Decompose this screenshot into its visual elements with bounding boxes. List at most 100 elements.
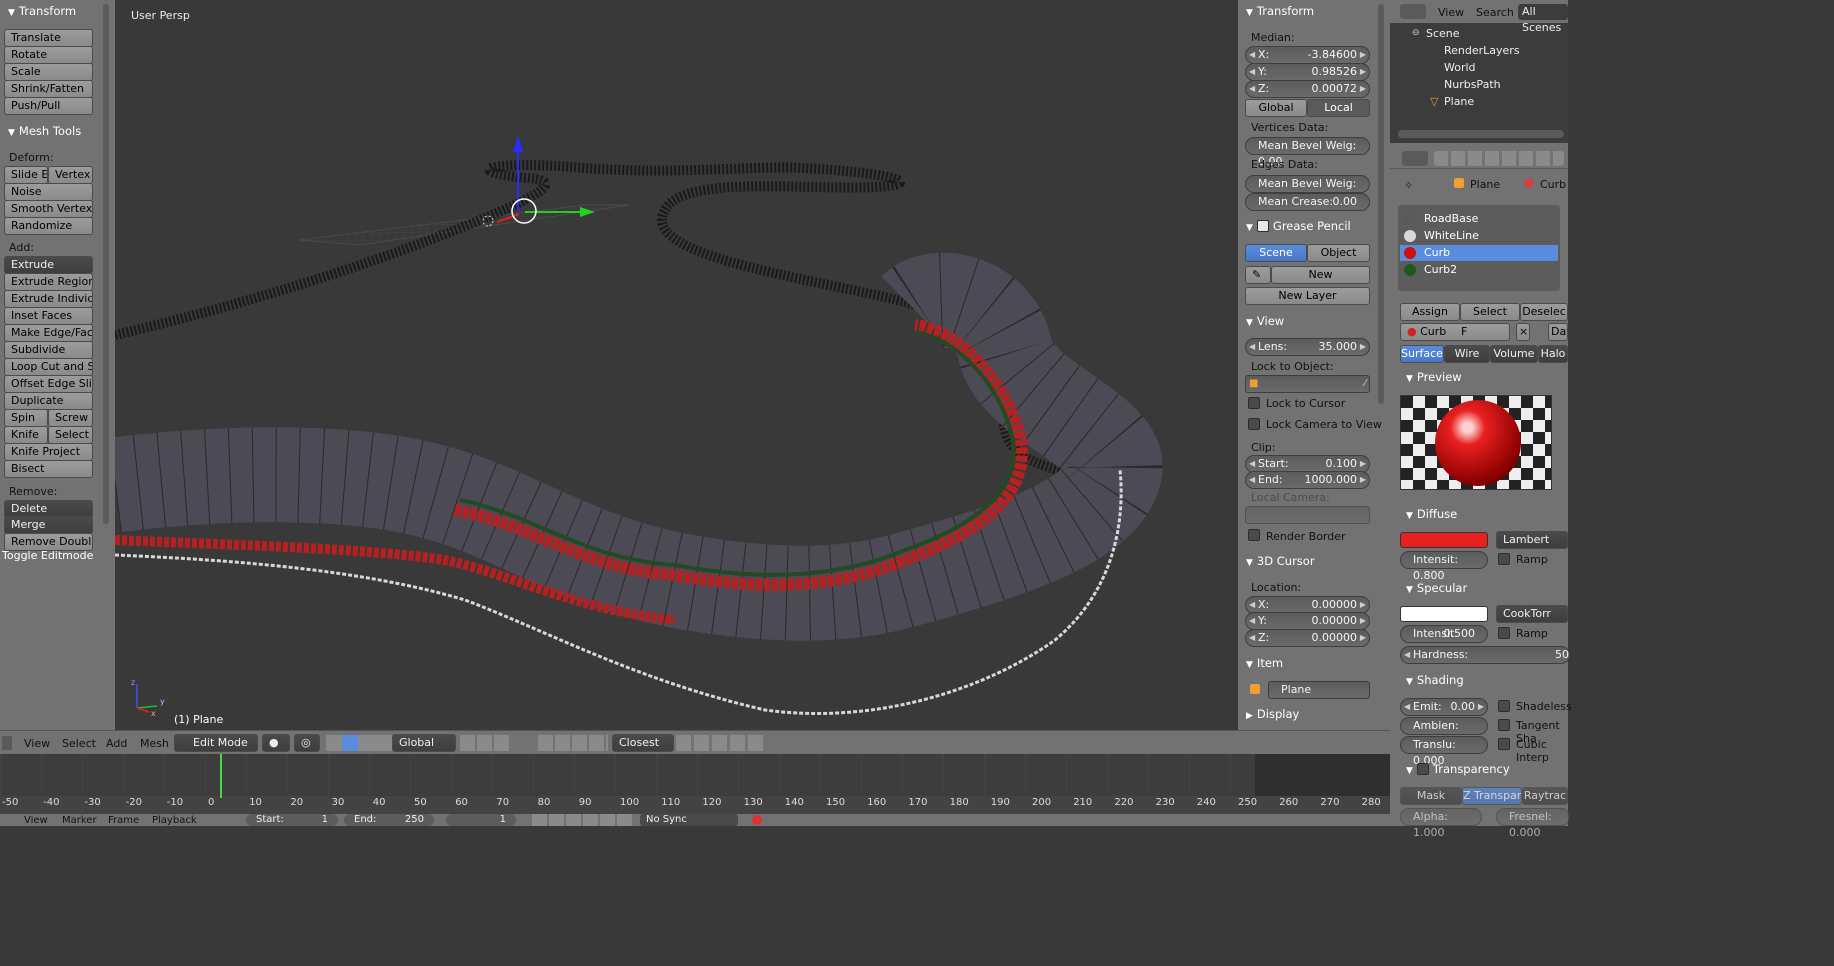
properties-scrollbar[interactable] [1378, 4, 1384, 404]
timeline-marker-menu[interactable]: Marker [62, 815, 97, 826]
material-slot-whiteline[interactable]: WhiteLine [1400, 228, 1558, 244]
knife-button[interactable]: Knife [4, 426, 48, 444]
lock-object-field[interactable]: ■ ⁄ [1245, 375, 1370, 393]
knife-project-button[interactable]: Knife Project [4, 443, 93, 461]
eyedropper-icon[interactable]: ⁄ [1364, 376, 1366, 392]
fresnel-field[interactable]: Fresnel: 0.000 [1496, 808, 1570, 839]
outliner-view-menu[interactable]: View [1438, 6, 1464, 19]
manipulator-toggles[interactable] [326, 735, 392, 751]
pin-icon[interactable]: ✧ [1404, 179, 1413, 192]
hardness-field[interactable]: ◀ Hardness: 50 [1400, 646, 1570, 664]
halo-tab[interactable]: Halo [1538, 345, 1568, 363]
lock-to-cursor-checkbox[interactable] [1248, 397, 1260, 409]
snap-render-buttons[interactable] [676, 735, 766, 751]
grease-pencil-checkbox[interactable] [1256, 220, 1269, 232]
lock-camera-checkbox[interactable] [1248, 418, 1260, 430]
outliner-nurbspath[interactable]: NurbsPath [1444, 78, 1501, 91]
data-dropdown[interactable]: Dat [1548, 323, 1568, 341]
volume-tab[interactable]: Volume [1490, 345, 1538, 363]
grease-pencil-header[interactable]: ▼Grease Pencil Layers [1238, 215, 1378, 257]
mode-dropdown[interactable]: Edit Mode [174, 734, 258, 752]
mesh-tools-header[interactable]: ▼ Mesh Tools [0, 120, 100, 142]
spec-ramp-checkbox[interactable] [1498, 627, 1510, 639]
gp-new-layer-button[interactable]: New Layer [1245, 287, 1370, 305]
editor-type-icon[interactable] [2, 736, 12, 750]
view-panel-header[interactable]: ▼ View [1238, 310, 1378, 332]
diffuse-color-swatch[interactable] [1400, 532, 1488, 548]
fake-user-f[interactable]: F [1461, 324, 1467, 340]
smooth-vertex-button[interactable]: Smooth Vertex [4, 200, 93, 218]
extrude-region-button[interactable]: Extrude Region [4, 273, 93, 291]
cubic-interp-checkbox[interactable] [1498, 738, 1510, 750]
ztransparency-toggle[interactable]: Z Transpare... [1462, 787, 1522, 805]
outliner-editor-icon[interactable] [1400, 4, 1426, 19]
scale-button[interactable]: Scale [4, 63, 93, 81]
diffuse-ramp-checkbox[interactable] [1498, 553, 1510, 565]
vertex-bevel-weight-field[interactable]: Mean Bevel Weig: 0.00 [1245, 137, 1370, 168]
subdivide-button[interactable]: Subdivide [4, 341, 93, 359]
cursor-panel-header[interactable]: ▼ 3D Cursor [1238, 550, 1378, 572]
raytrace-toggle[interactable]: Raytrac [1522, 787, 1568, 805]
surface-tab[interactable]: Surface [1400, 345, 1444, 363]
material-slot-roadbase[interactable]: RoadBase [1400, 211, 1558, 227]
end-frame-field[interactable]: End: 250 [344, 814, 434, 826]
outliner-renderlayers[interactable]: RenderLayers [1444, 44, 1520, 57]
outliner-scene[interactable]: Scene [1426, 27, 1460, 40]
spec-intensity-field[interactable]: Intensit: 0.500 [1400, 625, 1488, 643]
screw-button[interactable]: Screw [48, 409, 93, 427]
diffuse-header[interactable]: ▼ Diffuse [1398, 503, 1457, 525]
material-slot-curb[interactable]: Curb [1400, 245, 1558, 261]
gp-pencil-icon[interactable]: ✎ [1245, 266, 1271, 284]
viewport-shading-dropdown[interactable]: ● [262, 734, 290, 752]
global-toggle[interactable]: Global [1245, 99, 1307, 117]
inset-faces-button[interactable]: Inset Faces [4, 307, 93, 325]
playback-controls[interactable] [532, 814, 634, 826]
timeline-view-menu[interactable]: View [24, 815, 48, 826]
layer-buttons[interactable] [460, 735, 510, 751]
select-material-button[interactable]: Select [1460, 303, 1520, 321]
material-datablock[interactable]: ● Curb F [1400, 323, 1510, 341]
outliner-hscroll[interactable] [1398, 130, 1564, 138]
toggle-editmode-header[interactable]: Toggle Editmode [2, 549, 93, 562]
outliner-plane[interactable]: Plane [1444, 95, 1474, 108]
gp-object-toggle[interactable]: Object [1307, 244, 1370, 262]
header-select-menu[interactable]: Select [62, 737, 96, 750]
outliner-world[interactable]: World [1444, 61, 1476, 74]
shading-header[interactable]: ▼ Shading [1398, 669, 1464, 691]
push-pull-button[interactable]: Push/Pull [4, 97, 93, 115]
outliner-search-menu[interactable]: Search [1476, 6, 1514, 19]
translucency-field[interactable]: Translu: 0.000 [1400, 736, 1488, 767]
render-border-checkbox[interactable] [1248, 529, 1260, 541]
specular-color-swatch[interactable] [1400, 606, 1488, 622]
shadeless-checkbox[interactable] [1498, 700, 1510, 712]
local-toggle[interactable]: Local [1307, 99, 1370, 117]
specular-header[interactable]: ▼ Specular [1398, 577, 1467, 599]
rotate-button[interactable]: Rotate [4, 46, 93, 64]
display-panel-header[interactable]: ▶ Display [1238, 703, 1378, 725]
duplicate-button[interactable]: Duplicate [4, 392, 93, 410]
transparency-checkbox[interactable] [1416, 763, 1429, 775]
bisect-button[interactable]: Bisect [4, 460, 93, 478]
gp-new-button[interactable]: New [1271, 266, 1370, 284]
extrude-dropdown[interactable]: Extrude [4, 256, 93, 274]
mask-toggle[interactable]: Mask [1400, 787, 1462, 805]
ambient-field[interactable]: Ambien: 1.000 [1400, 717, 1488, 748]
transform-panel-header[interactable]: ▼ Transform [0, 0, 100, 22]
slide-edge-button[interactable]: Slide Ed [4, 166, 48, 184]
expand-icon[interactable]: ⊖ [1412, 28, 1420, 38]
make-edge-face-button[interactable]: Make Edge/Face [4, 324, 93, 342]
gp-scene-toggle[interactable]: Scene [1245, 244, 1307, 262]
timeline-playback-menu[interactable]: Playback [152, 815, 197, 826]
preview-header[interactable]: ▼ Preview [1398, 366, 1462, 388]
diffuse-shader-dropdown[interactable]: Lambert [1496, 531, 1568, 549]
lens-field[interactable]: ◀ Lens: 35.000 ▶ [1245, 338, 1370, 356]
noise-button[interactable]: Noise [4, 183, 93, 201]
knife-select-button[interactable]: Select [48, 426, 93, 444]
alpha-field[interactable]: Alpha: 1.000 [1400, 808, 1482, 839]
item-name-field[interactable]: Plane [1268, 681, 1370, 699]
clip-end-field[interactable]: ◀ End: 1000.000 ▶ [1245, 471, 1370, 489]
translate-button[interactable]: Translate [4, 29, 93, 47]
local-camera-field[interactable] [1245, 506, 1370, 524]
n-transform-header[interactable]: ▼ Transform [1238, 0, 1378, 22]
loop-cut-button[interactable]: Loop Cut and Slide [4, 358, 93, 376]
